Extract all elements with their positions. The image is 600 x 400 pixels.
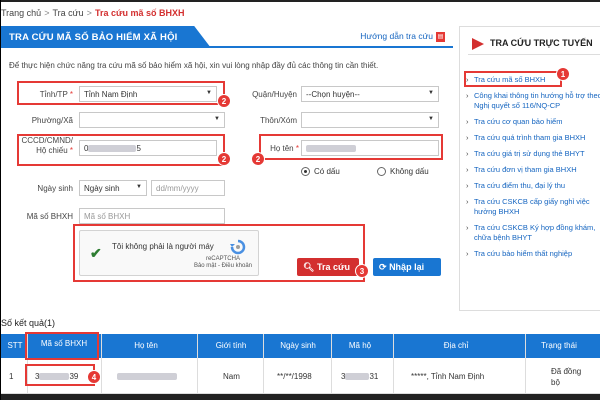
sidebar-item-card-validity[interactable]: Tra cứu giá trị sử dụng thẻ BHYT <box>464 149 600 159</box>
highlight-id <box>17 134 225 166</box>
cell-gender: Nam <box>223 372 240 381</box>
breadcrumb: Trang chủ > Tra cứu > Tra cứu mã số BHXH <box>1 8 185 18</box>
district-label: Quận/Huyện <box>252 90 297 99</box>
guide-link[interactable]: Hướng dẫn tra cứu ▤ <box>360 31 445 42</box>
panel-title-bar: TRA CỨU MÃ SỐ BẢO HIỂM XÃ HỘI Hướng dẫn … <box>1 26 453 48</box>
online-lookup-sidebar: TRA CỨU TRỰC TUYẾN Tra cứu mã số BHXH Cô… <box>459 26 600 311</box>
highlight-captcha-search <box>73 224 365 282</box>
column-header: Họ tên <box>134 341 158 350</box>
highlight-province <box>17 81 225 105</box>
village-label: Thôn/Xóm <box>260 116 297 125</box>
radio-unchecked-icon <box>377 167 386 177</box>
column-header: Mã hộ <box>348 341 372 350</box>
column-divider <box>331 334 332 394</box>
sidebar-item-participation-history[interactable]: Tra cứu quá trình tham gia BHXH <box>464 133 600 143</box>
sidebar-item-support-info[interactable]: Công khai thông tin hướng hỗ trợ theo Ng… <box>464 91 600 111</box>
cell-stt: 1 <box>9 372 14 381</box>
redacted-mask <box>345 373 370 381</box>
dob-type-select[interactable]: Ngày sinh <box>79 180 147 196</box>
breadcrumb-home[interactable]: Trang chủ <box>1 8 41 18</box>
accent-no-radio[interactable]: Không dấu <box>377 167 429 177</box>
sidebar-item-collection-points[interactable]: Tra cứu điểm thu, đại lý thu <box>464 181 600 191</box>
step-badge: 1 <box>556 67 570 81</box>
step-badge: 4 <box>87 370 101 384</box>
bhxh-label: Mã số BHXH <box>26 212 73 221</box>
accent-yes-radio[interactable]: Có dấu <box>301 167 340 177</box>
column-header: Giới tính <box>215 341 247 350</box>
highlight-bhxh-cell <box>25 364 95 386</box>
results-count: Số kết quả(1) <box>1 318 56 328</box>
step-badge: 3 <box>355 264 369 278</box>
ward-label: Phường/Xã <box>31 116 73 125</box>
cell-full-name <box>117 372 177 381</box>
column-divider <box>263 334 264 394</box>
lookup-panel: TRA CỨU MÃ SỐ BẢO HIỂM XÃ HỘI Hướng dẫn … <box>1 26 453 311</box>
column-header: STT <box>7 341 23 350</box>
cell-address: *****, Tỉnh Nam Định <box>411 372 485 381</box>
step-badge: 2 <box>217 94 231 108</box>
window-frame-top <box>1 0 600 2</box>
window-frame-bottom <box>1 394 600 400</box>
village-select[interactable] <box>301 112 439 128</box>
reset-button[interactable]: ⟳ Nhập lại <box>373 258 441 276</box>
highlight-name <box>259 134 443 160</box>
breadcrumb-lookup[interactable]: Tra cứu <box>52 8 83 18</box>
sidebar-item-contracted-facilities[interactable]: Tra cứu CSKCB Ký hợp đồng khám, chữa bện… <box>464 223 600 243</box>
refresh-icon: ⟳ <box>379 262 387 272</box>
sidebar-title-text: TRA CỨU TRỰC TUYẾN <box>490 38 593 48</box>
highlight-bhxh-column <box>25 332 99 360</box>
page: Trang chủ > Tra cứu > Tra cứu mã số BHXH TRA… <box>0 0 600 400</box>
cell-household: 3 31 <box>341 372 378 381</box>
redacted-mask <box>117 373 177 381</box>
sidebar-list: Tra cứu mã số BHXH Công khai thông tin h… <box>464 75 600 265</box>
radio-checked-icon <box>301 167 310 177</box>
sidebar-title: TRA CỨU TRỰC TUYẾN <box>468 33 600 55</box>
page-title: TRA CỨU MÃ SỐ BẢO HIỂM XÃ HỘI <box>1 26 211 48</box>
cell-status: Đã đồng bộ <box>551 367 582 387</box>
dob-input[interactable]: dd/mm/yyyy <box>151 180 225 196</box>
sidebar-item-unemployment[interactable]: Tra cứu bảo hiểm thất nghiệp <box>464 249 600 259</box>
step-badge: 2 <box>251 152 265 166</box>
column-header: Ngày sinh <box>280 341 316 350</box>
column-divider <box>197 334 198 394</box>
column-header: Địa chỉ <box>443 341 469 350</box>
column-divider <box>525 334 526 394</box>
cell-dob: **/**/1998 <box>277 372 312 381</box>
triangle-icon <box>472 38 484 50</box>
instruction-text: Để thực hiện chức năng tra cứu mã số bảo… <box>9 61 379 70</box>
bhxh-number-input[interactable]: Mã số BHXH <box>79 208 225 224</box>
sidebar-item-insurance-office[interactable]: Tra cứu cơ quan bảo hiểm <box>464 117 600 127</box>
pdf-icon: ▤ <box>436 31 445 42</box>
highlight-sidebar-item <box>464 71 562 87</box>
dob-label: Ngày sinh <box>37 184 73 193</box>
step-badge: 2 <box>217 152 231 166</box>
district-select[interactable]: --Chọn huyện-- <box>301 86 439 102</box>
reset-button-label: Nhập lại <box>389 262 425 272</box>
column-divider <box>101 334 102 394</box>
household-end: 31 <box>369 372 379 381</box>
guide-link-label[interactable]: Hướng dẫn tra cứu <box>360 31 433 41</box>
accent-yes-label: Có dấu <box>314 167 340 176</box>
sidebar-item-participating-units[interactable]: Tra cứu đơn vị tham gia BHXH <box>464 165 600 175</box>
column-header: Trạng thái <box>541 341 577 350</box>
ward-select[interactable] <box>79 112 225 128</box>
accent-no-label: Không dấu <box>390 167 429 176</box>
breadcrumb-current: Tra cứu mã số BHXH <box>94 8 185 18</box>
column-divider <box>393 334 394 394</box>
sidebar-item-sick-leave-facilities[interactable]: Tra cứu CSKCB cấp giấy nghỉ việc hưởng B… <box>464 197 600 217</box>
